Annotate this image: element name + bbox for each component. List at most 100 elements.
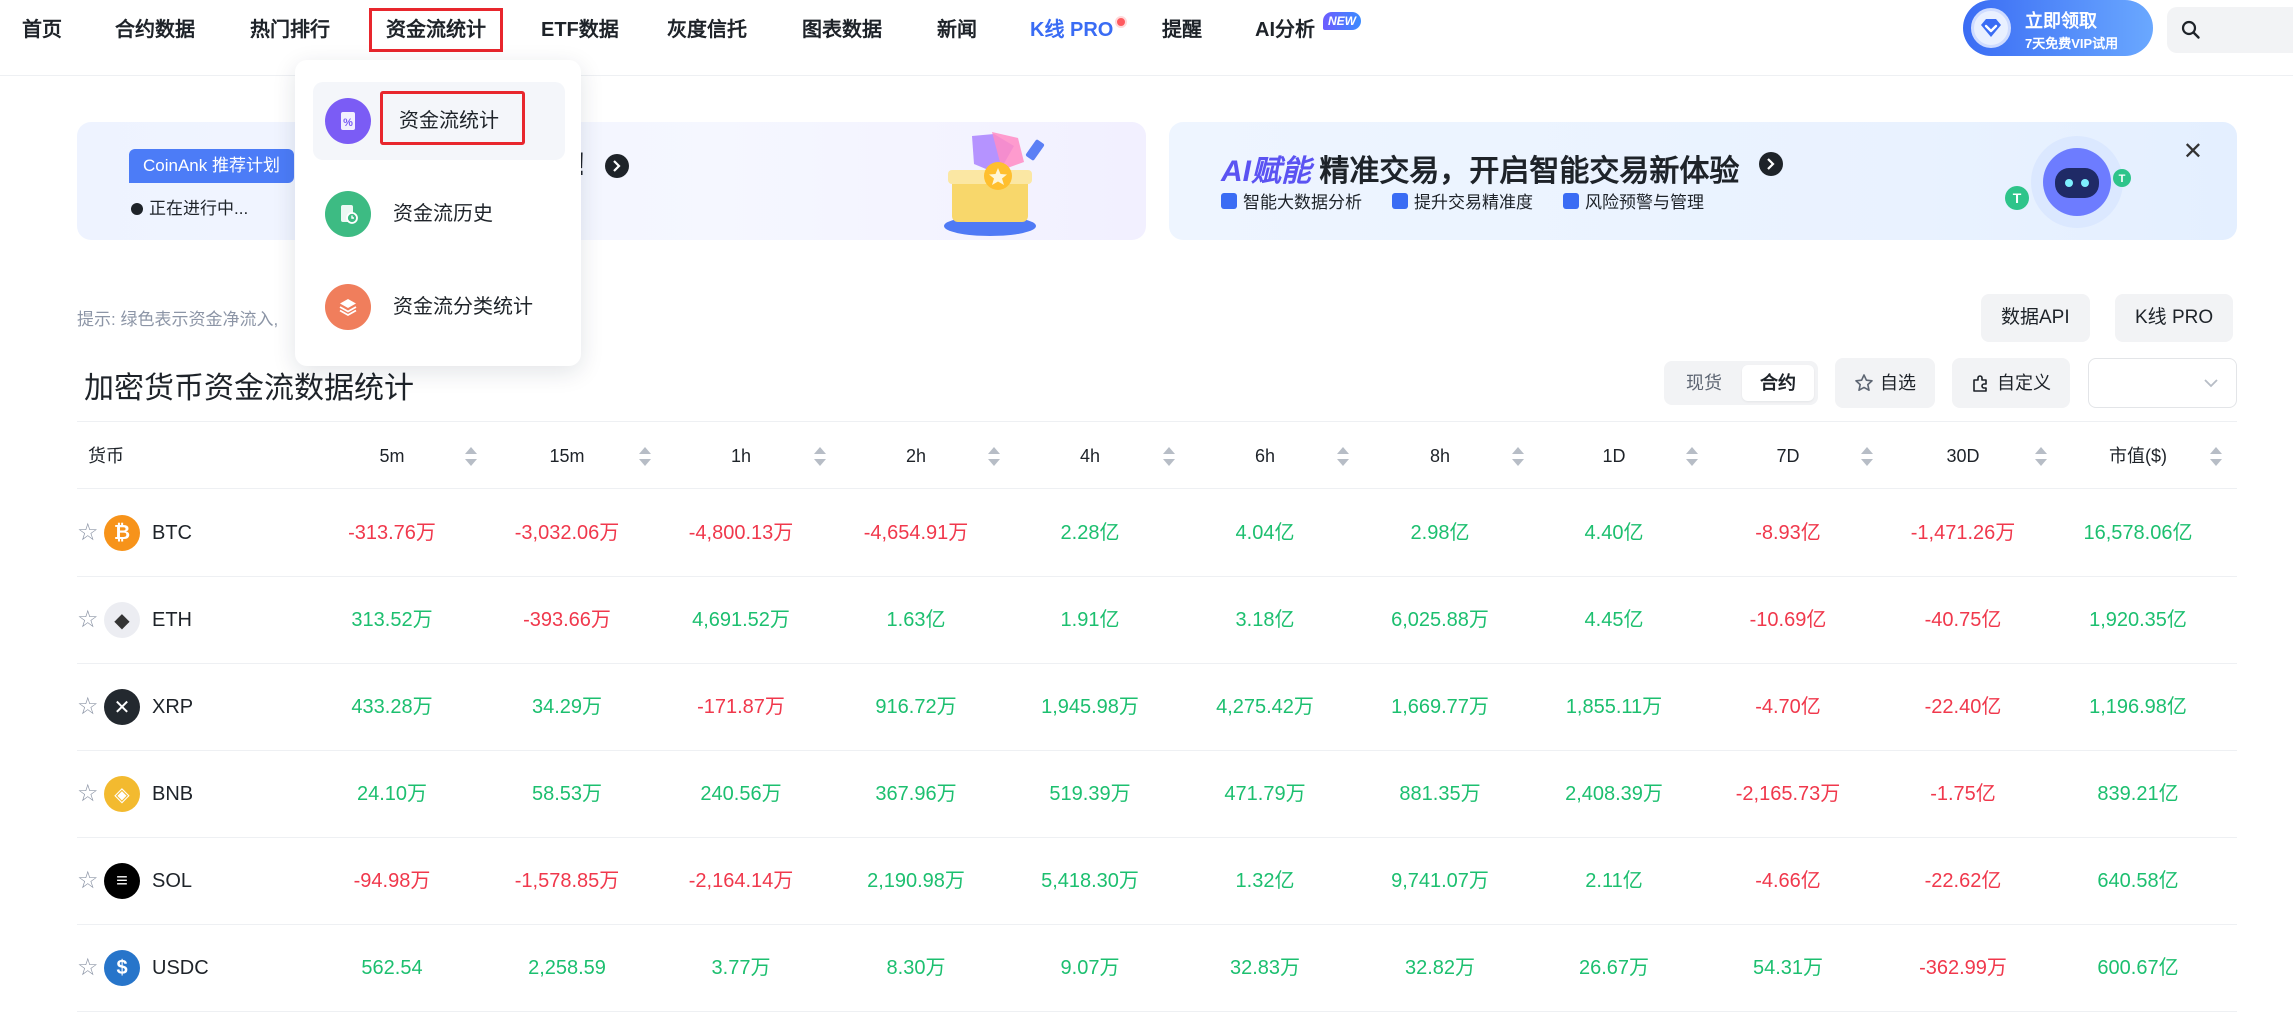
favorite-star-icon[interactable]: ☆	[77, 521, 99, 545]
vip-trial-button[interactable]: 立即领取 7天免费VIP试用	[1963, 0, 2153, 56]
coin-symbol[interactable]: BTC	[152, 490, 192, 577]
nav-home[interactable]: 首页	[22, 14, 62, 46]
favorite-star-icon[interactable]: ☆	[77, 608, 99, 632]
table-cell: 5,418.30万	[1041, 870, 1139, 892]
favorites-button[interactable]: 自选	[1835, 358, 1935, 408]
ai-feature-label: 提升交易精准度	[1414, 193, 1533, 212]
table-cell: 2.28亿	[1060, 522, 1120, 544]
favorite-star-icon[interactable]: ☆	[77, 956, 99, 980]
table-cell: -362.99万	[1919, 957, 2007, 979]
column-header[interactable]: 7D	[1776, 422, 1799, 490]
table-cell: 6,025.88万	[1391, 609, 1489, 631]
nav-ai-analysis[interactable]: AI分析 NEW	[1255, 12, 1361, 46]
nav-grayscale-trust[interactable]: 灰度信托	[667, 14, 747, 46]
table-cell: 313.52万	[351, 609, 433, 631]
table-row[interactable]: ☆ ₿ BTC -313.76万 -3,032.06万 -4,800.13万 -4,654.…	[77, 490, 2237, 577]
column-header[interactable]: 30D	[1946, 422, 1979, 490]
table-cell: 519.39万	[1049, 783, 1131, 805]
column-header[interactable]: 5m	[379, 422, 404, 490]
table-cell: -22.40亿	[1924, 696, 2002, 718]
table-cell: 1,920.35亿	[2089, 609, 2187, 631]
column-header[interactable]: 4h	[1080, 422, 1100, 490]
table-cell: -8.93亿	[1755, 522, 1821, 544]
coin-symbol[interactable]: ETH	[152, 577, 192, 664]
data-api-button[interactable]: 数据API	[1981, 294, 2090, 342]
table-cell: -393.66万	[523, 609, 611, 631]
coin-symbol[interactable]: XRP	[152, 664, 193, 751]
dropdown-item-fund-flow-history[interactable]: 资金流历史	[313, 175, 565, 253]
favorite-star-icon[interactable]: ☆	[77, 782, 99, 806]
nav-hot-ranking[interactable]: 热门排行	[250, 14, 330, 46]
arrow-right-icon[interactable]	[1759, 152, 1783, 176]
arrow-right-icon[interactable]	[605, 154, 629, 178]
coin-symbol[interactable]: USDC	[152, 925, 209, 1012]
column-header[interactable]: 6h	[1255, 422, 1275, 490]
table-cell: 8.30万	[886, 957, 946, 979]
nav-chart-data[interactable]: 图表数据	[802, 14, 882, 46]
table-cell: -3,032.06万	[514, 522, 620, 544]
table-cell: 58.53万	[531, 783, 603, 805]
column-header[interactable]: 1h	[731, 422, 751, 490]
search-input[interactable]	[2167, 7, 2293, 53]
sort-arrows-icon[interactable]	[2035, 447, 2047, 467]
sort-arrows-icon[interactable]	[1512, 447, 1524, 467]
nav-news[interactable]: 新闻	[937, 14, 977, 46]
referral-banner[interactable]: CoinAnk 推荐计划 正在进行中... !	[77, 122, 1146, 240]
nav-alerts[interactable]: 提醒	[1162, 14, 1202, 46]
favorite-star-icon[interactable]: ☆	[77, 869, 99, 893]
dropdown-item-fund-flow-category[interactable]: 资金流分类统计	[313, 268, 565, 346]
column-header[interactable]: 8h	[1430, 422, 1450, 490]
filter-select[interactable]	[2088, 358, 2237, 408]
nav-contract-data[interactable]: 合约数据	[115, 14, 195, 46]
table-cell: 4.04亿	[1235, 522, 1295, 544]
sort-arrows-icon[interactable]	[988, 447, 1000, 467]
sort-arrows-icon[interactable]	[1686, 447, 1698, 467]
sort-arrows-icon[interactable]	[2210, 447, 2222, 467]
table-cell: -2,165.73万	[1735, 783, 1841, 805]
nav-kline-pro[interactable]: K线 PRO	[1030, 14, 1128, 46]
sort-arrows-icon[interactable]	[1861, 447, 1873, 467]
table-cell: -313.76万	[348, 522, 436, 544]
ai-feature-label: 风险预警与管理	[1585, 193, 1704, 212]
close-icon[interactable]: ✕	[2183, 140, 2203, 164]
sort-arrows-icon[interactable]	[639, 447, 651, 467]
table-row[interactable]: ☆ ◈ BNB 24.10万 58.53万 240.56万 367.96万 519.39万 47…	[77, 751, 2237, 838]
column-header[interactable]: 2h	[906, 422, 926, 490]
page-title: 加密货币资金流数据统计	[84, 372, 414, 405]
sort-arrows-icon[interactable]	[465, 447, 477, 467]
table-row[interactable]: ☆ $ USDC 562.54 2,258.59 3.77万 8.30万 9.07万 32.83…	[77, 925, 2237, 1012]
ai-banner[interactable]: AI赋能 精准交易，开启智能交易新体验 智能大数据分析 提升交易精准度 风险预警…	[1169, 122, 2237, 240]
referral-status: 正在进行中...	[131, 194, 248, 219]
coin-symbol[interactable]: SOL	[152, 838, 192, 925]
dropdown-item-fund-flow-stats[interactable]: % 资金流统计	[313, 82, 565, 160]
table-cell: 4.45亿	[1584, 609, 1644, 631]
ai-feature-item: 智能大数据分析	[1221, 188, 1362, 213]
column-header[interactable]: 1D	[1602, 422, 1625, 490]
column-header[interactable]: 15m	[549, 422, 584, 490]
table-cell: -4,654.91万	[863, 522, 969, 544]
ai-robot-illustration-icon: T T	[2005, 136, 2131, 228]
table-row[interactable]: ☆ ◆ ETH 313.52万 -393.66万 4,691.52万 1.63亿 1.91亿 3…	[77, 577, 2237, 664]
nav-etf-data[interactable]: ETF数据	[541, 14, 619, 46]
coin-symbol[interactable]: BNB	[152, 751, 193, 838]
sort-arrows-icon[interactable]	[814, 447, 826, 467]
customize-button[interactable]: 自定义	[1952, 358, 2070, 408]
dropdown-item-label: 资金流历史	[393, 203, 493, 225]
table-cell: 3.77万	[711, 957, 771, 979]
column-header[interactable]: 市值($)	[2109, 422, 2167, 490]
sort-arrows-icon[interactable]	[1163, 447, 1175, 467]
favorite-star-icon[interactable]: ☆	[77, 695, 99, 719]
gift-box-illustration-icon	[944, 132, 1045, 236]
tab-spot[interactable]: 现货	[1668, 365, 1740, 401]
nav-ai-analysis-label: AI分析	[1255, 19, 1315, 41]
table-cell: 367.96万	[875, 783, 957, 805]
table-row[interactable]: ☆ ≡ SOL -94.98万 -1,578.85万 -2,164.14万 2,190.98…	[77, 838, 2237, 925]
tab-contract[interactable]: 合约	[1742, 365, 1814, 401]
nav-fund-flow[interactable]: 资金流统计	[369, 8, 503, 52]
table-row[interactable]: ☆ ✕ XRP 433.28万 34.29万 -171.87万 916.72万 1,945.9…	[77, 664, 2237, 751]
sort-arrows-icon[interactable]	[1337, 447, 1349, 467]
table-cell: 26.67万	[1578, 957, 1650, 979]
table-cell: 2,408.39万	[1565, 783, 1663, 805]
dropdown-item-label: 资金流统计	[399, 110, 499, 132]
kline-pro-button[interactable]: K线 PRO	[2115, 294, 2234, 342]
